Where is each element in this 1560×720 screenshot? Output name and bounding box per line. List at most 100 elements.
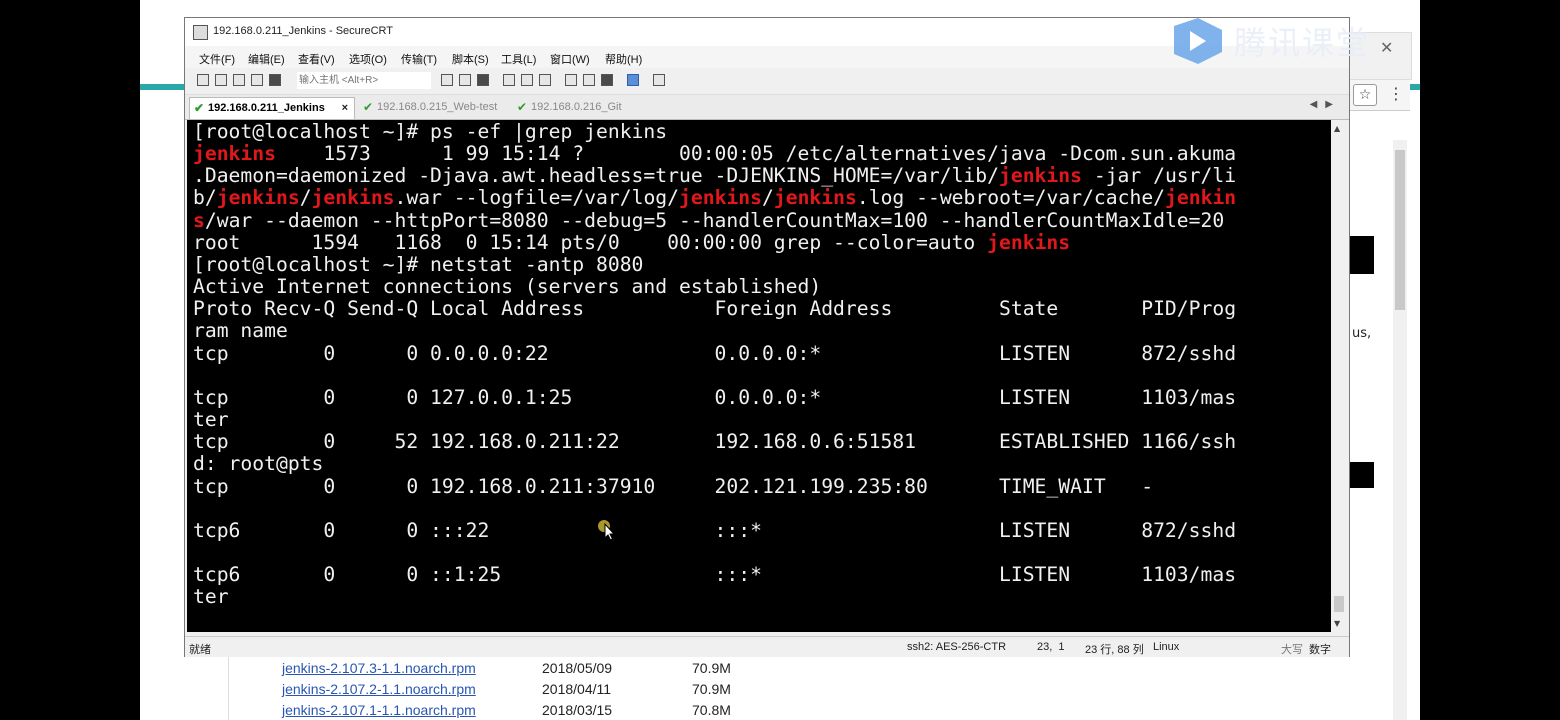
- session-options-icon[interactable]: [565, 74, 577, 86]
- connect-tab-icon[interactable]: [233, 74, 245, 86]
- browser-close-icon[interactable]: ✕: [1380, 38, 1393, 57]
- connected-check-icon: ✔: [363, 100, 374, 114]
- terminal-line: tcp6 0 0 :::22 :::* LISTEN 872/sshd: [193, 519, 1236, 542]
- scrollbar-thumb[interactable]: [1334, 596, 1344, 612]
- sftp-icon[interactable]: [653, 74, 665, 86]
- browser-menu-icon[interactable]: ⋮: [1388, 84, 1404, 104]
- terminal-line: ter: [193, 585, 229, 608]
- print-setup-icon[interactable]: [539, 74, 551, 86]
- file-size: 70.8M: [692, 702, 731, 718]
- print-icon[interactable]: [503, 74, 515, 86]
- file-size: 70.9M: [692, 681, 731, 697]
- connect-icon[interactable]: [197, 74, 209, 86]
- browser-scrollbar-thumb[interactable]: [1395, 150, 1405, 310]
- menu-window[interactable]: 窗口(W): [550, 51, 590, 67]
- terminal-line: .Daemon=daemonized -Djava.awt.headless=t…: [193, 164, 1236, 187]
- status-cursor-position: 23, 1: [1037, 641, 1065, 653]
- paste-icon[interactable]: [459, 74, 471, 86]
- reconnect-icon[interactable]: [251, 74, 263, 86]
- host-input[interactable]: [297, 72, 431, 89]
- status-caps: 大写: [1281, 644, 1303, 656]
- watermark-text: 腾讯课堂: [1234, 24, 1371, 62]
- menu-options[interactable]: 选项(O): [349, 51, 387, 67]
- terminal-text: tcp 0 0 192.168.0.211:37910 202.121.199.…: [193, 474, 1154, 498]
- status-ready: 就绪: [189, 644, 211, 656]
- file-row: jenkins-2.107.2-1.1.noarch.rpm 2018/04/11…: [282, 679, 731, 699]
- tab-label: 192.168.0.211_Jenkins: [208, 102, 325, 114]
- disconnect-icon[interactable]: [269, 74, 281, 86]
- terminal-text: .war --logfile=/var/log/: [394, 186, 680, 210]
- terminal-text: 1573 1 99 15:14 ? 00:00:05 /etc/alternat…: [275, 142, 1237, 166]
- quick-connect-icon[interactable]: [215, 74, 227, 86]
- terminal-text: .log --webroot=/var/cache/: [856, 186, 1166, 210]
- terminal-text: ter: [193, 408, 229, 432]
- page-divider: [228, 656, 229, 720]
- menu-file[interactable]: 文件(F): [199, 51, 235, 67]
- highlighted-match: jenkins: [679, 186, 763, 210]
- terminal-line: tcp6 0 0 ::1:25 :::* LISTEN 1103/mas: [193, 563, 1236, 586]
- help-icon[interactable]: [627, 74, 639, 86]
- menu-transfer[interactable]: 传输(T): [401, 51, 437, 67]
- terminal-line: [root@localhost ~]# ps -ef |grep jenkins: [193, 120, 667, 143]
- close-tab-icon[interactable]: ×: [342, 98, 348, 119]
- find-icon[interactable]: [477, 74, 489, 86]
- terminal-scrollbar[interactable]: ▲ ▼: [1331, 120, 1347, 632]
- menu-help[interactable]: 帮助(H): [605, 51, 642, 67]
- scroll-up-icon[interactable]: ▲: [1334, 124, 1340, 133]
- terminal-text: tcp 0 0 127.0.0.1:25 0.0.0.0:* LISTEN 11…: [193, 385, 1237, 409]
- terminal-text: tcp 0 52 192.168.0.211:22 192.168.0.6:51…: [193, 430, 1237, 454]
- terminal-text: b/: [193, 186, 217, 210]
- terminal-text: /: [762, 186, 774, 210]
- terminal-text: Proto Recv-Q Send-Q Local Address Foreig…: [193, 297, 1237, 321]
- highlighted-match: jenkin: [1165, 186, 1237, 210]
- file-row: jenkins-2.107.1-1.1.noarch.rpm 2018/03/15…: [282, 700, 731, 720]
- print-selection-icon[interactable]: [521, 74, 533, 86]
- menu-view[interactable]: 查看(V): [298, 51, 335, 67]
- terminal-text: Active Internet connections (servers and…: [193, 275, 822, 299]
- tab-192-168-0-215-web-test[interactable]: ✔ 192.168.0.215_Web-test: [359, 97, 527, 118]
- terminal-screen[interactable]: [root@localhost ~]# ps -ef |grep jenkins…: [187, 120, 1331, 632]
- app-icon: [193, 25, 208, 40]
- terminal-text: tcp6 0 0 ::1:25 :::* LISTEN 1103/mas: [193, 563, 1237, 587]
- terminal-line: d: root@pts: [193, 452, 323, 475]
- status-cipher: ssh2: AES-256-CTR: [907, 641, 1007, 653]
- file-link[interactable]: jenkins-2.107.2-1.1.noarch.rpm: [282, 679, 542, 699]
- global-options-icon[interactable]: [583, 74, 595, 86]
- terminal-line: tcp 0 0 127.0.0.1:25 0.0.0.0:* LISTEN 11…: [193, 386, 1236, 409]
- tab-label: 192.168.0.215_Web-test: [377, 101, 498, 113]
- highlighted-match: jenkins: [773, 186, 857, 210]
- file-link[interactable]: jenkins-2.107.3-1.1.noarch.rpm: [282, 658, 542, 678]
- page-accent-bar: [140, 84, 190, 90]
- highlighted-match: jenkins: [193, 142, 276, 166]
- bookmark-star-icon[interactable]: ☆: [1353, 84, 1377, 106]
- tab-192-168-0-211-jenkins[interactable]: ✔ 192.168.0.211_Jenkins ×: [189, 97, 355, 119]
- menu-tools[interactable]: 工具(L): [501, 51, 536, 67]
- highlighted-match: jenkins: [311, 186, 395, 210]
- terminal-text: [root@localhost ~]# ps -ef |grep jenkins: [193, 120, 668, 143]
- highlighted-match: jenkins: [999, 164, 1082, 188]
- highlighted-match: jenkins: [216, 186, 300, 210]
- window-title: 192.168.0.211_Jenkins - SecureCRT: [213, 25, 393, 37]
- file-date: 2018/04/11: [542, 681, 612, 697]
- tab-scroll-arrows-icon[interactable]: ◀▶: [1310, 99, 1341, 110]
- file-row: jenkins-2.107.3-1.1.noarch.rpm 2018/05/09…: [282, 658, 731, 678]
- terminal-line: jenkins 1573 1 99 15:14 ? 00:00:05 /etc/…: [193, 142, 1236, 165]
- copy-icon[interactable]: [441, 74, 453, 86]
- terminal-line: Active Internet connections (servers and…: [193, 275, 821, 298]
- terminal-text: d: root@pts: [193, 452, 324, 476]
- terminal-line: [root@localhost ~]# netstat -antp 8080: [193, 253, 643, 276]
- menu-script[interactable]: 脚本(S): [452, 51, 489, 67]
- page-dark-block: [1350, 236, 1374, 274]
- terminal-line: root 1594 1168 0 15:14 pts/0 00:00:00 gr…: [193, 231, 1070, 254]
- terminal-text: root 1594 1168 0 15:14 pts/0 00:00:00 gr…: [193, 230, 988, 254]
- menu-edit[interactable]: 编辑(E): [248, 51, 285, 67]
- tab-192-168-0-216-git[interactable]: ✔ 192.168.0.216_Git: [513, 97, 651, 118]
- scroll-down-icon[interactable]: ▼: [1334, 619, 1340, 628]
- terminal-text: .Daemon=daemonized -Djava.awt.headless=t…: [193, 164, 999, 188]
- file-date: 2018/05/09: [542, 660, 613, 676]
- keymap-icon[interactable]: [601, 74, 613, 86]
- terminal-text: -jar /usr/li: [1081, 164, 1237, 188]
- terminal-line: s/war --daemon --httpPort=8080 --debug=5…: [193, 209, 1224, 232]
- page-dark-block: [1350, 462, 1374, 488]
- file-link[interactable]: jenkins-2.107.1-1.1.noarch.rpm: [282, 700, 542, 720]
